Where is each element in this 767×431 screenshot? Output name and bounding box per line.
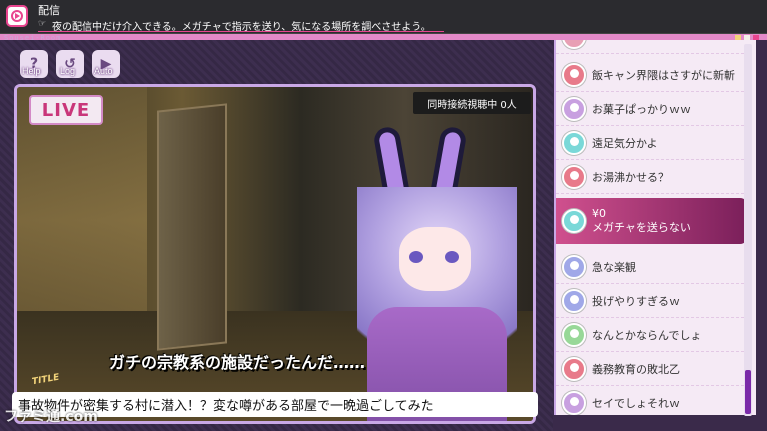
avatar-icon (562, 130, 586, 155)
chat-message: お菓子ぱっかりｗｗ (592, 102, 691, 116)
viewer-count: 同時接続視聴中 0人 (413, 92, 531, 114)
help-label: Help (22, 66, 41, 76)
chat-message: 遠足気分かよ (592, 136, 658, 150)
top-bar: 配信 ☞ 夜の配信中だけ介入できる。メガチャで指示を送り、気になる場所を調べさせ… (0, 0, 767, 34)
avatar-icon (562, 209, 586, 233)
auto-label: Auto (94, 66, 113, 76)
character-eye-right (445, 251, 459, 263)
chat-item[interactable]: 飯キャン界隈はさすがに新斬 (556, 58, 744, 92)
streamer-character (347, 125, 527, 421)
chat-item[interactable]: セイでしょそれｗ (556, 386, 744, 415)
log-label: Log (60, 66, 76, 76)
stream-app-icon[interactable] (6, 5, 28, 27)
chat-item[interactable]: 急な楽観 (556, 250, 744, 284)
live-badge: LIVE (29, 95, 103, 125)
chat-item[interactable] (556, 40, 744, 54)
chat-item[interactable]: 投げやりすぎるｗ (556, 284, 744, 318)
title-underline (38, 31, 444, 32)
chat-message: 義務教育の敗北乙 (592, 362, 680, 376)
chat-item[interactable]: お湯沸かせる？ (556, 160, 744, 194)
avatar-icon (562, 96, 586, 121)
window-title: 配信 (38, 4, 60, 17)
chat-message: 急な楽観 (592, 260, 636, 274)
avatar-icon (562, 62, 586, 87)
chat-message: 飯キャン界隈はさすがに新斬 (592, 68, 735, 82)
watermark: ファミ通.com (4, 409, 98, 425)
megachat-text: ¥0 メガチャを送らない (592, 207, 691, 235)
avatar-icon (562, 390, 586, 415)
stream-view: LIVE 同時接続視聴中 0人 ガチの宗教系の施設だったんだ…… (14, 84, 536, 424)
chat-message: お湯沸かせる？ (592, 170, 669, 184)
character-eye-left (409, 251, 423, 263)
chat-message: 投げやりすぎるｗ (592, 294, 680, 308)
avatar-icon (562, 254, 586, 279)
avatar-icon (562, 322, 586, 347)
megachat-amount: ¥0 (592, 207, 606, 220)
chat-item[interactable]: お菓子ぱっかりｗｗ (556, 92, 744, 126)
chat-panel[interactable]: 飯キャン界隈はさすがに新斬 お菓子ぱっかりｗｗ 遠足気分かよ お湯沸かせる？ ¥… (554, 40, 756, 415)
avatar-icon (562, 356, 586, 381)
megachat-highlight[interactable]: ¥0 メガチャを送らない (556, 198, 748, 244)
dialogue-caption: ガチの宗教系の施設だったんだ…… (109, 353, 366, 372)
chat-scrollbar-track[interactable] (744, 44, 752, 416)
megachat-message: メガチャを送らない (592, 221, 691, 234)
chat-item[interactable]: 遠足気分かよ (556, 126, 744, 160)
play-icon (11, 10, 23, 22)
avatar-icon (562, 40, 586, 49)
avatar-icon (562, 288, 586, 313)
hint-icon: ☞ (38, 19, 47, 29)
avatar-icon (562, 164, 586, 189)
chat-item[interactable]: 義務教育の敗北乙 (556, 352, 744, 386)
chat-message: セイでしょそれｗ (592, 396, 680, 410)
door (157, 103, 227, 351)
chat-scrollbar-thumb[interactable] (745, 370, 751, 414)
chat-item[interactable]: なんとかならんでしょ (556, 318, 744, 352)
chat-message: なんとかならんでしょ (592, 328, 702, 342)
